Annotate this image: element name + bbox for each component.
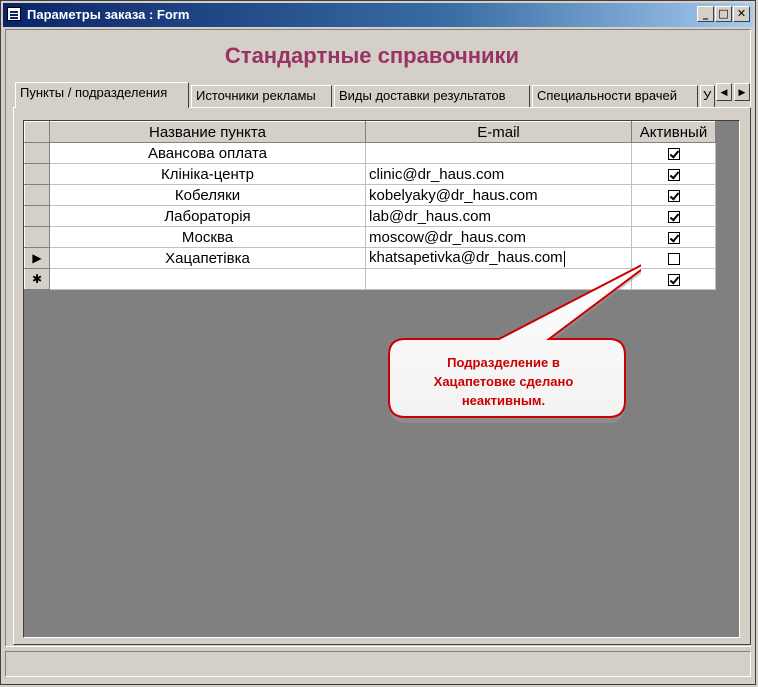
- header-row: Название пункта E-mail Активный: [24, 121, 716, 143]
- point-name-cell[interactable]: Авансова оплата: [49, 142, 366, 164]
- row-selector[interactable]: [24, 163, 50, 185]
- active-checkbox[interactable]: [667, 189, 680, 202]
- active-checkbox[interactable]: [667, 168, 680, 181]
- table-row: Авансова оплата: [24, 142, 716, 164]
- row-selector[interactable]: [24, 226, 50, 248]
- row-selector[interactable]: [24, 205, 50, 227]
- form-window: Параметры заказа : Form _ □ ✕ Стандартны…: [0, 0, 756, 685]
- point-name-cell[interactable]: Хацапетівка: [49, 247, 366, 269]
- status-bar: [5, 651, 751, 677]
- tab-doctor-specialties[interactable]: Специальности врачей: [532, 85, 698, 107]
- minimize-button[interactable]: _: [697, 6, 714, 22]
- row-selector[interactable]: [24, 142, 50, 164]
- active-cell[interactable]: [631, 226, 716, 248]
- active-checkbox[interactable]: [667, 147, 680, 160]
- column-header-active[interactable]: Активный: [631, 121, 716, 143]
- new-record-marker-icon[interactable]: ✱: [24, 268, 50, 290]
- title-bar[interactable]: Параметры заказа : Form _ □ ✕: [3, 3, 753, 27]
- tab-more[interactable]: У: [700, 85, 715, 107]
- active-checkbox[interactable]: [667, 210, 680, 223]
- select-all-cell[interactable]: [24, 121, 50, 143]
- active-checkbox[interactable]: [667, 273, 680, 286]
- table-row: Клініка-центр clinic@dr_haus.com: [24, 163, 716, 185]
- tab-scroll-left-button[interactable]: ◀: [716, 83, 732, 101]
- callout-line-3: неактивным.: [461, 393, 546, 408]
- active-cell[interactable]: [631, 184, 716, 206]
- tab-delivery-types[interactable]: Виды доставки результатов: [334, 85, 530, 107]
- active-cell[interactable]: [631, 205, 716, 227]
- point-name-cell[interactable]: Клініка-центр: [49, 163, 366, 185]
- column-header-email[interactable]: E-mail: [365, 121, 632, 143]
- point-name-cell[interactable]: Москва: [49, 226, 366, 248]
- point-name-cell[interactable]: Кобеляки: [49, 184, 366, 206]
- table-row: Лабораторія lab@dr_haus.com: [24, 205, 716, 227]
- point-name-cell[interactable]: Лабораторія: [49, 205, 366, 227]
- callout-line-1: Подразделение в: [447, 355, 560, 370]
- active-checkbox[interactable]: [667, 231, 680, 244]
- tab-scroll-right-button[interactable]: ▶: [734, 83, 750, 101]
- tab-ad-sources[interactable]: Источники рекламы: [191, 85, 332, 107]
- window-title: Параметры заказа : Form: [27, 7, 190, 22]
- form-icon: [7, 7, 21, 21]
- email-cell[interactable]: kobelyaky@dr_haus.com: [365, 184, 632, 206]
- active-cell[interactable]: [631, 142, 716, 164]
- tab-points[interactable]: Пункты / подразделения: [15, 82, 189, 108]
- close-button[interactable]: ✕: [733, 6, 750, 22]
- email-cell[interactable]: lab@dr_haus.com: [365, 205, 632, 227]
- row-selector[interactable]: [24, 184, 50, 206]
- form-heading: Стандартные справочники: [224, 43, 520, 68]
- new-name-cell[interactable]: [49, 268, 366, 290]
- email-cell[interactable]: clinic@dr_haus.com: [365, 163, 632, 185]
- table-row: Кобеляки kobelyaky@dr_haus.com: [24, 184, 716, 206]
- active-cell[interactable]: [631, 268, 716, 290]
- active-cell[interactable]: [631, 163, 716, 185]
- email-cell[interactable]: [365, 142, 632, 164]
- maximize-button[interactable]: □: [715, 6, 732, 22]
- callout-text: Подразделение в Хацапетовке сделано неак…: [401, 353, 606, 410]
- active-checkbox-unchecked[interactable]: [667, 252, 680, 265]
- current-record-marker-icon[interactable]: ▶: [24, 247, 50, 269]
- active-cell[interactable]: [631, 247, 716, 269]
- callout-line-2: Хацапетовке сделано: [433, 374, 574, 389]
- column-header-name[interactable]: Название пункта: [49, 121, 366, 143]
